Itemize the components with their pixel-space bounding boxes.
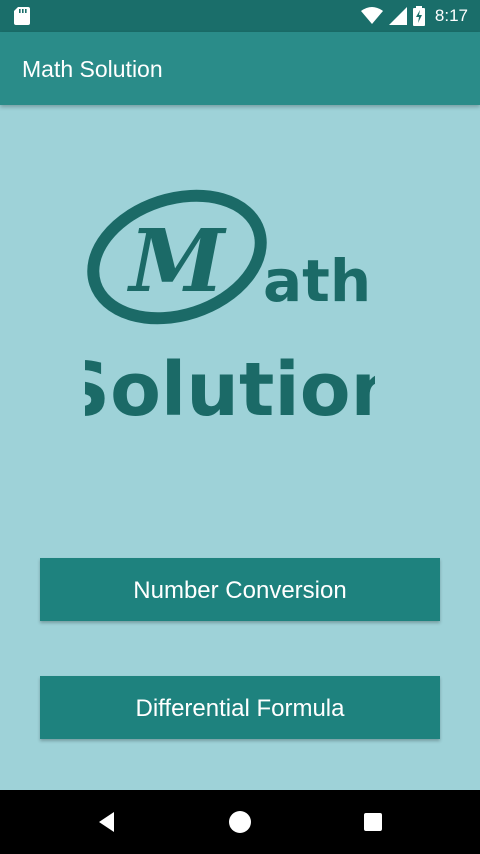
wifi-icon <box>360 7 383 24</box>
number-conversion-button[interactable]: Number Conversion <box>40 558 440 621</box>
logo-initial: M <box>126 211 227 312</box>
home-icon[interactable] <box>228 810 252 834</box>
battery-charging-icon <box>412 6 425 26</box>
signal-icon <box>388 7 407 25</box>
differential-formula-button[interactable]: Differential Formula <box>40 676 440 739</box>
status-bar: 8:17 <box>0 0 480 32</box>
app-bar: Math Solution <box>0 32 480 105</box>
status-time: 8:17 <box>434 6 468 25</box>
logo-word-solution: Solution <box>85 347 375 433</box>
navigation-bar <box>0 790 480 854</box>
logo-word-rest: ath <box>263 247 371 315</box>
recents-icon[interactable] <box>363 810 383 834</box>
sd-card-icon <box>14 7 30 25</box>
app-title: Math Solution <box>22 56 163 82</box>
math-solution-logo: M ath Solution <box>85 189 375 433</box>
back-icon[interactable] <box>96 810 116 834</box>
